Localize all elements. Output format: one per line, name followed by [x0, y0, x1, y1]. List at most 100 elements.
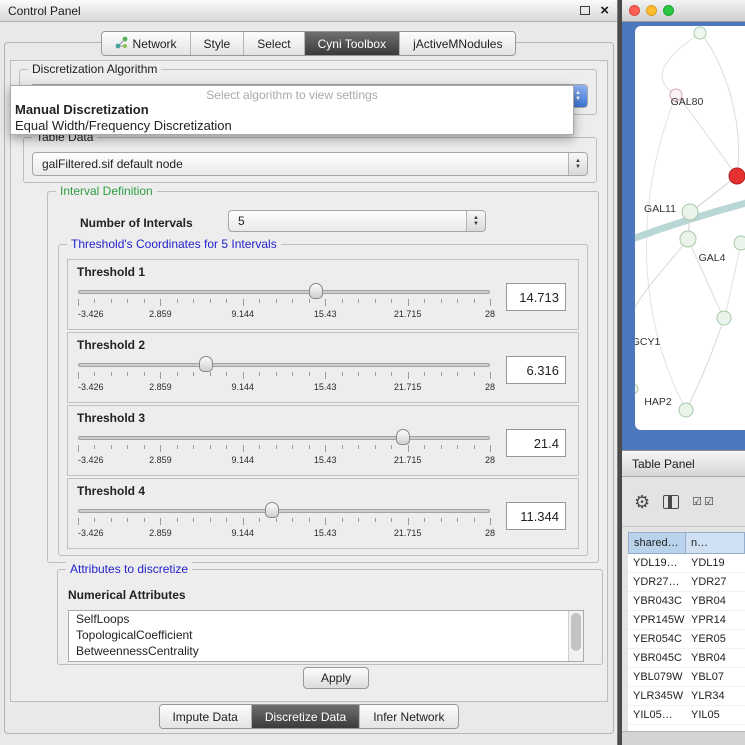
panel-title: Control Panel	[8, 4, 580, 18]
slider-thumb-icon[interactable]	[396, 429, 410, 445]
network-edge[interactable]	[635, 239, 688, 322]
network-edge[interactable]	[688, 239, 723, 317]
float-window-icon[interactable]	[580, 6, 590, 15]
table-row[interactable]: YIL05…YIL05	[628, 706, 745, 725]
column-header-name[interactable]: n…	[686, 532, 745, 554]
algorithm-group-label: Discretization Algorithm	[28, 62, 161, 76]
columns-icon[interactable]	[663, 495, 679, 509]
slider-thumb-icon[interactable]	[199, 356, 213, 372]
interval-definition-group: Interval Definition Number of Intervals …	[47, 191, 599, 563]
table-header-row: shared… n…	[628, 532, 745, 554]
threshold-panel-3: Threshold 3-3.4262.8599.14415.4321.71528…	[67, 405, 579, 476]
network-edge[interactable]	[701, 34, 739, 176]
table-panel-title: Table Panel	[632, 457, 695, 471]
network-node[interactable]	[679, 403, 693, 417]
minimize-traffic-light-icon[interactable]	[646, 5, 657, 16]
bottom-tab-infer-network[interactable]: Infer Network	[360, 705, 457, 728]
table-data-group: Table Data galFiltered.sif default node …	[23, 137, 597, 183]
table-row[interactable]: YBL079WYBL07	[628, 668, 745, 687]
network-edge[interactable]	[687, 318, 724, 409]
threshold-value-field[interactable]: 6.316	[506, 356, 566, 384]
bottom-tab-discretize-data[interactable]: Discretize Data	[252, 705, 360, 728]
network-window-titlebar	[622, 0, 745, 22]
threshold-slider[interactable]: -3.4262.8599.14415.4321.71528	[78, 282, 490, 322]
network-edge[interactable]	[725, 243, 741, 317]
threshold-slider[interactable]: -3.4262.8599.14415.4321.71528	[78, 428, 490, 468]
network-edge[interactable]	[680, 98, 737, 176]
scrollbar-thumb[interactable]	[571, 613, 581, 651]
table-row[interactable]: YDR27…YDR27	[628, 573, 745, 592]
network-edge[interactable]	[662, 33, 700, 95]
popup-option-equal-width-frequency[interactable]: Equal Width/Frequency Discretization	[11, 117, 573, 133]
attributes-group: Attributes to discretize Numerical Attri…	[57, 569, 603, 665]
network-node[interactable]	[694, 27, 706, 39]
tab-select[interactable]: Select	[244, 32, 304, 55]
thresholds-group: Threshold's Coordinates for 5 Intervals …	[58, 244, 588, 556]
cell-shared-name: YLR345W	[628, 690, 686, 702]
threshold-value-field[interactable]: 14.713	[506, 283, 566, 311]
threshold-slider[interactable]: -3.4262.8599.14415.4321.71528	[78, 355, 490, 395]
select-checkbox-icons[interactable]: ☑☑	[692, 495, 716, 508]
network-node[interactable]	[682, 204, 698, 220]
tab-jactivemnodules[interactable]: jActiveMNodules	[400, 32, 515, 55]
node-label: GAL4	[699, 252, 726, 264]
list-item[interactable]: TopologicalCoefficient	[69, 627, 583, 643]
list-item[interactable]: BetweennessCentrality	[69, 643, 583, 659]
list-item[interactable]: SelfLoops	[69, 611, 583, 627]
numerical-attributes-label: Numerical Attributes	[68, 588, 186, 602]
table-row[interactable]: YBR045CYBR04	[628, 649, 745, 668]
tab-cyni-toolbox[interactable]: Cyni Toolbox	[305, 32, 400, 55]
scrollbar[interactable]	[568, 611, 583, 661]
control-panel: Control Panel × Network StyleSelect Cyni T…	[0, 0, 618, 745]
algorithm-dropdown-popup: Select algorithm to view settings Manual…	[10, 85, 574, 135]
network-node[interactable]	[680, 231, 696, 247]
close-icon[interactable]: ×	[600, 4, 609, 18]
cell-name: YER05	[686, 633, 745, 645]
bottom-tab-impute-data[interactable]: Impute Data	[159, 705, 251, 728]
table-row[interactable]: YPR145WYPR14	[628, 611, 745, 630]
network-edge[interactable]	[646, 95, 686, 410]
network-node[interactable]	[729, 168, 745, 184]
control-panel-titlebar: Control Panel ×	[0, 0, 617, 22]
popup-option-manual-discretization[interactable]: Manual Discretization	[11, 101, 573, 117]
tab-style[interactable]: Style	[191, 32, 245, 55]
number-of-intervals-select[interactable]: 5 ▲▼	[228, 210, 486, 232]
bottom-tab-bar: Impute Data Discretize Data Infer Network	[158, 704, 458, 729]
network-view-window: GAL80GAL11GAL4GCY1HAP2	[622, 0, 745, 450]
column-header-shared-name[interactable]: shared…	[628, 532, 686, 554]
gear-icon[interactable]: ⚙	[634, 493, 650, 511]
horizontal-scrollbar[interactable]	[622, 731, 745, 745]
threshold-slider[interactable]: -3.4262.8599.14415.4321.71528	[78, 501, 490, 541]
cell-shared-name: YIL05…	[628, 709, 686, 721]
slider-thumb-icon[interactable]	[265, 502, 279, 518]
tab-label: Cyni Toolbox	[318, 37, 386, 51]
table-row[interactable]: YBR043CYBR04	[628, 592, 745, 611]
stepper-icon: ▲▼	[568, 153, 587, 175]
table-row[interactable]: YLR345WYLR34	[628, 687, 745, 706]
tab-label: Infer Network	[373, 710, 444, 724]
tab-label: Discretize Data	[265, 710, 346, 724]
slider-thumb-icon[interactable]	[309, 283, 323, 299]
slider-scale: -3.4262.8599.14415.4321.71528	[78, 382, 490, 393]
stepper-icon: ▲▼	[466, 211, 485, 231]
table-data-select[interactable]: galFiltered.sif default node ▲▼	[32, 152, 588, 176]
tab-label: Network	[133, 37, 177, 51]
network-node[interactable]	[734, 236, 745, 250]
apply-button[interactable]: Apply	[303, 667, 369, 689]
cell-shared-name: YBR045C	[628, 652, 686, 664]
network-canvas[interactable]: GAL80GAL11GAL4GCY1HAP2	[635, 26, 745, 430]
cell-shared-name: YDL19…	[628, 557, 686, 569]
network-node[interactable]	[635, 384, 638, 394]
numerical-attributes-list[interactable]: SelfLoopsTopologicalCoefficientBetweenne…	[68, 610, 584, 662]
close-traffic-light-icon[interactable]	[629, 5, 640, 16]
tab-network[interactable]: Network	[102, 32, 191, 55]
threshold-label: Threshold 4	[68, 479, 578, 498]
threshold-value-field[interactable]: 21.4	[506, 429, 566, 457]
node-label: HAP2	[644, 396, 672, 408]
zoom-traffic-light-icon[interactable]	[663, 5, 674, 16]
slider-scale: -3.4262.8599.14415.4321.71528	[78, 455, 490, 466]
table-row[interactable]: YDL19…YDL19	[628, 554, 745, 573]
threshold-value-field[interactable]: 11.344	[506, 502, 566, 530]
table-row[interactable]: YER054CYER05	[628, 630, 745, 649]
network-node[interactable]	[717, 311, 731, 325]
